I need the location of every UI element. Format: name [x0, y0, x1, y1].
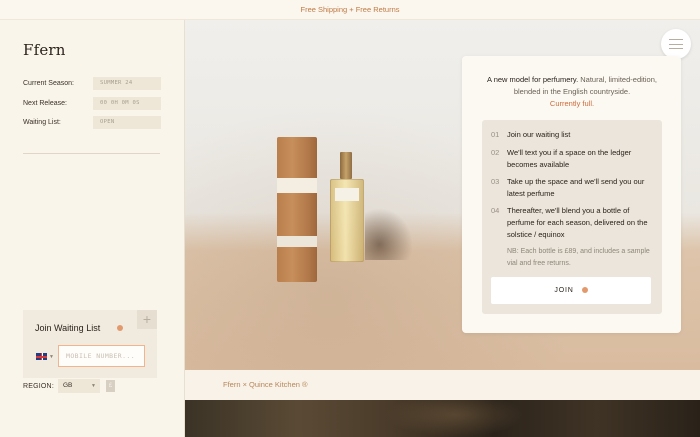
- perfume-tube-image: [277, 137, 317, 282]
- step-number: 04: [491, 206, 500, 215]
- step-text: Join our waiting list: [507, 130, 571, 139]
- step-number: 01: [491, 130, 500, 139]
- join-waiting-list-panel: Join Waiting List + ▼ MOBILE NUMBER...: [23, 310, 157, 378]
- status-dot-icon: [117, 325, 123, 331]
- status-dot-icon: [581, 286, 588, 293]
- waiting-list-status: OPEN: [93, 116, 161, 129]
- join-button[interactable]: JOIN: [491, 277, 651, 304]
- chevron-down-icon: ▼: [49, 354, 54, 360]
- next-release-label: Next Release:: [23, 100, 67, 107]
- region-select[interactable]: GB ▼: [58, 379, 100, 393]
- step-text: Thereafter, we'll blend you a bottle of …: [507, 206, 648, 239]
- menu-button[interactable]: [661, 29, 691, 59]
- step-text: We'll text you if a space on the ledger …: [507, 148, 632, 169]
- brand-logo[interactable]: Ffern: [23, 41, 66, 59]
- next-release-countdown: 00 0H 0M 0S: [93, 97, 161, 110]
- secondary-hero-image: [185, 400, 700, 437]
- status-text: Currently full.: [549, 99, 595, 108]
- expand-plus-button[interactable]: +: [137, 310, 157, 329]
- waiting-list-card: A new model for perfumery. Natural, limi…: [462, 56, 681, 333]
- perfume-bottle-image: [330, 179, 364, 262]
- join-waiting-list-title: Join Waiting List: [35, 323, 101, 333]
- step-number: 02: [491, 148, 500, 157]
- currency-button[interactable]: £: [106, 380, 115, 392]
- card-intro: A new model for perfumery. Natural, limi…: [478, 74, 666, 110]
- steps-panel: 01 Join our waiting list 02 We'll text y…: [482, 120, 662, 314]
- waiting-list-label: Waiting List:: [23, 119, 61, 126]
- intro-headline: A new model for perfumery.: [487, 75, 579, 84]
- region-selected-value: GB: [63, 382, 73, 389]
- join-button-label: JOIN: [554, 287, 574, 294]
- bottle-shadow: [365, 208, 413, 260]
- step-number: 03: [491, 177, 500, 186]
- mobile-number-input[interactable]: MOBILE NUMBER...: [58, 345, 145, 367]
- collaboration-bar: Ffern × Quince Kitchen ®: [185, 370, 700, 400]
- announcement-text: Free Shipping + Free Returns: [300, 5, 400, 14]
- current-season-label: Current Season:: [23, 80, 74, 87]
- region-label: REGION:: [23, 383, 54, 390]
- perfume-bottle-cap: [340, 152, 352, 179]
- chevron-down-icon: ▼: [91, 383, 96, 389]
- current-season-value: SUMMER 24: [93, 77, 161, 90]
- hamburger-menu-icon: [669, 39, 683, 40]
- sidebar: Ffern Current Season: SUMMER 24 Next Rel…: [0, 20, 185, 437]
- collaboration-link[interactable]: Ffern × Quince Kitchen ®: [223, 380, 308, 389]
- uk-flag-icon: [36, 353, 47, 360]
- pricing-note: NB: Each bottle is £89, and includes a s…: [507, 248, 650, 267]
- announcement-bar: Free Shipping + Free Returns: [0, 0, 700, 20]
- step-text: Take up the space and we'll send you our…: [507, 177, 645, 198]
- sidebar-divider: [23, 153, 160, 154]
